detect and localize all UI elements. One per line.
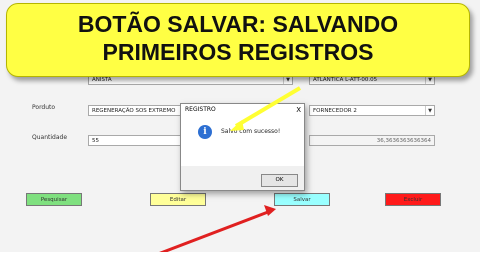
salvar-button[interactable]: Salvar	[274, 193, 330, 206]
produto-value: REGENERAÇÃO SOS EXTREMO	[92, 108, 176, 114]
computed-value: 36,3636363636364	[376, 138, 431, 144]
top-left-value: ANISTA	[92, 77, 112, 83]
ok-button[interactable]: OK	[261, 174, 298, 187]
fornecedor-select[interactable]: FORNECEDOR 2 ▼	[309, 105, 435, 116]
quantidade-value: 55	[92, 138, 99, 144]
dialog-title: REGISTRO	[185, 106, 216, 113]
chevron-down-icon[interactable]: ▼	[425, 106, 434, 115]
banner-line-2: PRIMEIROS REGISTROS	[102, 39, 374, 65]
computed-value-field: 36,3636363636364	[309, 135, 435, 146]
registro-dialog: REGISTRO X i Salvo com sucesso! OK	[180, 103, 305, 191]
dialog-message: Salvo com sucesso!	[221, 128, 281, 135]
title-banner: BOTÃO SALVAR: SALVANDO PRIMEIROS REGISTR…	[6, 3, 470, 77]
banner-line-1: BOTÃO SALVAR: SALVANDO	[77, 11, 399, 37]
close-icon[interactable]: X	[296, 104, 301, 116]
top-right-value: ATLANTICA L-ATT-00.05	[313, 77, 378, 83]
pesquisar-button[interactable]: Pesquisar	[26, 193, 82, 206]
produto-label: Porduto	[32, 104, 56, 111]
fornecedor-value: FORNECEDOR 2	[313, 108, 357, 114]
dialog-body	[181, 116, 304, 166]
editar-button[interactable]: Editar	[150, 193, 206, 206]
info-icon: i	[198, 125, 212, 139]
excluir-button[interactable]: Excluir	[385, 193, 441, 206]
quantidade-label: Quantidade	[32, 134, 68, 141]
bottom-area	[0, 252, 480, 270]
